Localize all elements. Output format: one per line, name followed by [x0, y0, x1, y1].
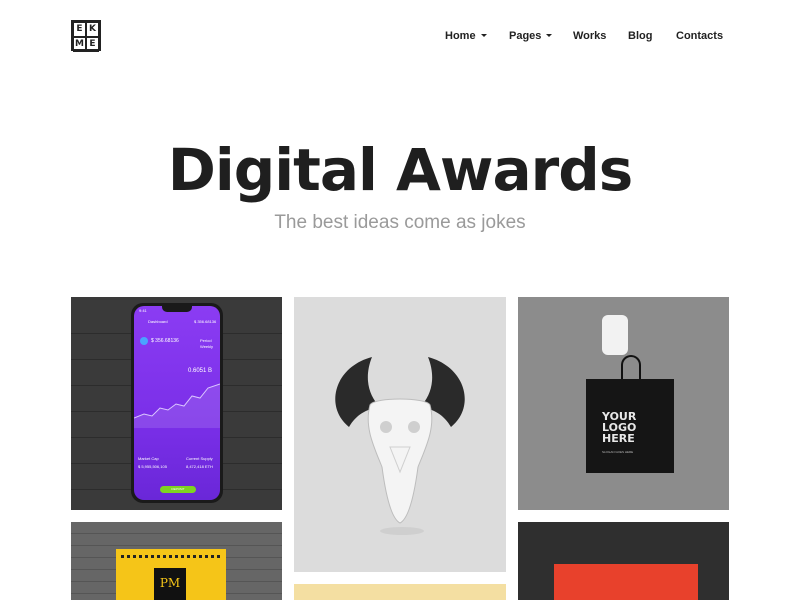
bag-tagline: SLOGAN GOES HERE	[602, 450, 634, 454]
gallery-item-red-card[interactable]	[518, 522, 729, 600]
red-card	[554, 564, 698, 600]
main-nav: Home Pages Works Blog Contacts	[0, 30, 800, 44]
phone-market-cap-value: $ 5,955,506,105	[138, 464, 167, 469]
skull-shadow	[380, 527, 424, 535]
phone-supply-value: 8,472,418 ETH	[186, 464, 213, 469]
gallery-item-poster[interactable]: PM	[71, 522, 282, 600]
gallery-item-skull[interactable]	[294, 297, 506, 572]
shopping-bag: YOUR LOGO HERE SLOGAN GOES HERE	[586, 379, 674, 473]
phone-period-value: Weekly	[200, 344, 214, 349]
phone-screen: 9:41 Dashboard $ 356.68136 $ 356.68136 P…	[134, 306, 220, 500]
poster-stripe	[121, 555, 221, 558]
nav-contacts-label: Contacts	[676, 30, 724, 42]
phone-balance-small: $ 356.68136	[194, 319, 217, 324]
nav-contacts[interactable]: Contacts	[676, 30, 723, 42]
nav-home-label: Home	[445, 30, 476, 42]
nav-works[interactable]: Works	[573, 30, 606, 42]
chevron-down-icon	[480, 34, 487, 37]
phone-chart	[134, 383, 220, 428]
bitcoin-icon	[140, 337, 148, 345]
nav-home[interactable]: Home	[445, 30, 487, 42]
chevron-down-icon	[546, 34, 553, 37]
nav-blog-label: Blog	[628, 30, 653, 42]
phone-balance: $ 356.68136	[151, 338, 179, 344]
gallery-item-yellow[interactable]	[294, 584, 506, 600]
nav-works-label: Works	[573, 30, 607, 42]
bag-logo-text: YOUR LOGO HERE	[602, 410, 637, 445]
yellow-poster: PM	[116, 549, 226, 600]
gallery-item-phone[interactable]: 9:41 Dashboard $ 356.68136 $ 356.68136 P…	[71, 297, 282, 510]
page-title: Digital Awards	[167, 136, 634, 204]
phone-notch	[162, 306, 192, 312]
nav-blog[interactable]: Blog	[628, 30, 652, 42]
poster-monogram: PM	[154, 568, 186, 600]
phone-deposit-button: DEPOSIT	[160, 486, 196, 493]
gallery-item-bag[interactable]: YOUR LOGO HERE SLOGAN GOES HERE	[518, 297, 729, 510]
phone-mockup: 9:41 Dashboard $ 356.68136 $ 356.68136 P…	[131, 303, 223, 503]
phone-market-cap-label: Market Cap	[138, 456, 159, 461]
nav-pages-label: Pages	[509, 30, 542, 42]
phone-btc-value: 0.6051 B	[188, 368, 213, 374]
nav-pages[interactable]: Pages	[509, 30, 553, 42]
phone-time: 9:41	[139, 308, 147, 313]
phone-supply-label: Current Supply	[186, 456, 213, 461]
page-subtitle: The best ideas come as jokes	[274, 212, 526, 233]
phone-period-label: Period	[200, 338, 212, 343]
phone-app-title: Dashboard	[148, 319, 168, 324]
hand-figure	[602, 315, 628, 355]
